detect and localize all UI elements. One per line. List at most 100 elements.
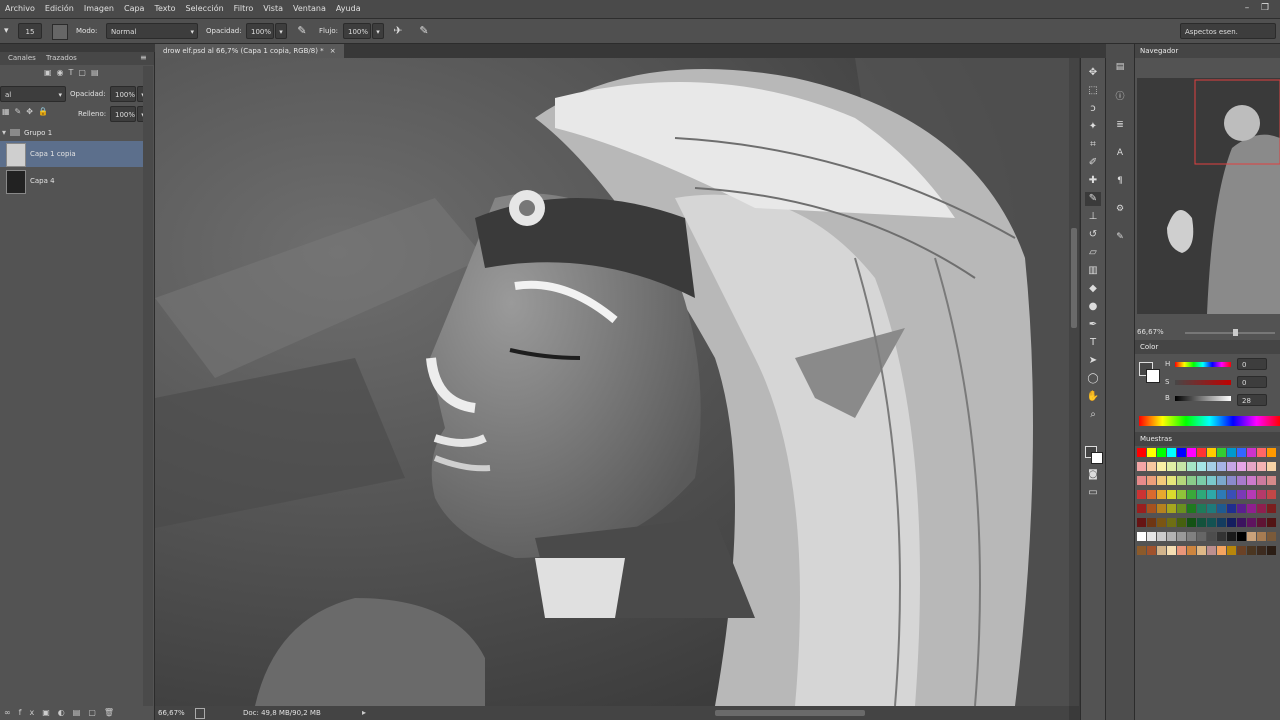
blur-tool-icon[interactable]: ◆ xyxy=(1085,282,1101,296)
color-swatch[interactable] xyxy=(1197,532,1206,541)
color-swatch[interactable] xyxy=(1257,546,1266,555)
color-swatch[interactable] xyxy=(1267,546,1276,555)
color-swatch[interactable] xyxy=(1147,518,1156,527)
minimize-icon[interactable]: – xyxy=(1240,2,1254,14)
brightness-input[interactable]: 28 xyxy=(1237,394,1267,406)
color-swatch[interactable] xyxy=(1227,546,1236,555)
menu-vista[interactable]: Vista xyxy=(258,0,288,18)
color-swatch[interactable] xyxy=(1207,462,1216,471)
color-swatch[interactable] xyxy=(1227,518,1236,527)
color-swatch[interactable] xyxy=(1217,518,1226,527)
color-swatch[interactable] xyxy=(1187,448,1196,457)
layer-row-selected[interactable]: Capa 1 copia xyxy=(0,141,143,167)
color-swatch[interactable] xyxy=(1177,504,1186,513)
color-swatch[interactable] xyxy=(1137,518,1146,527)
paragraph-panel-icon[interactable]: ¶ xyxy=(1112,174,1128,188)
adjustments-panel-icon[interactable]: ≣ xyxy=(1112,118,1128,132)
color-swatch[interactable] xyxy=(1167,448,1176,457)
color-swatch[interactable] xyxy=(1217,490,1226,499)
history-brush-tool-icon[interactable]: ↺ xyxy=(1085,228,1101,242)
move-tool-icon[interactable]: ✥ xyxy=(1085,66,1101,80)
color-swatch[interactable] xyxy=(1197,462,1206,471)
stamp-tool-icon[interactable]: ⊥ xyxy=(1085,210,1101,224)
color-swatch[interactable] xyxy=(1157,518,1166,527)
lasso-tool-icon[interactable]: ↄ xyxy=(1085,102,1101,116)
fill-input[interactable]: 100% xyxy=(110,106,136,122)
color-swatch[interactable] xyxy=(1237,504,1246,513)
hand-tool-icon[interactable]: ✋ xyxy=(1085,390,1101,404)
color-swatch[interactable] xyxy=(1237,546,1246,555)
menu-capa[interactable]: Capa xyxy=(119,0,149,18)
pen-tool-icon[interactable]: ✒ xyxy=(1085,318,1101,332)
color-swatch[interactable] xyxy=(1227,532,1236,541)
brush-tool-icon[interactable]: ✎ xyxy=(1085,192,1101,206)
magic-wand-tool-icon[interactable]: ✦ xyxy=(1085,120,1101,134)
navigator-zoom[interactable]: 66,67% xyxy=(1137,327,1164,337)
color-swatch[interactable] xyxy=(1247,532,1256,541)
airbrush-icon[interactable]: ✈ xyxy=(390,23,406,39)
color-swatch[interactable] xyxy=(1187,490,1196,499)
document-tab[interactable]: drow elf.psd al 66,7% (Capa 1 copia, RGB… xyxy=(155,44,344,58)
layer-filter-icons[interactable]: ▣◉T▢▤ xyxy=(44,68,124,80)
color-spectrum-bar[interactable] xyxy=(1139,416,1280,426)
color-swatch[interactable] xyxy=(1157,532,1166,541)
color-swatch[interactable] xyxy=(1197,546,1206,555)
swatches-header[interactable]: Muestras xyxy=(1135,432,1280,446)
color-swatch[interactable] xyxy=(1157,476,1166,485)
eraser-tool-icon[interactable]: ▱ xyxy=(1085,246,1101,260)
status-info-icon[interactable] xyxy=(195,708,205,719)
color-swatch[interactable] xyxy=(1137,448,1146,457)
layer-group[interactable]: ▾ Grupo 1 xyxy=(0,126,143,140)
color-swatch[interactable] xyxy=(1147,504,1156,513)
brushes-panel-icon[interactable]: ✎ xyxy=(1112,230,1128,244)
color-swatch[interactable] xyxy=(1227,490,1236,499)
color-swatch[interactable] xyxy=(1197,518,1206,527)
path-selection-tool-icon[interactable]: ➤ xyxy=(1085,354,1101,368)
color-swatch[interactable] xyxy=(1257,476,1266,485)
color-swatch[interactable] xyxy=(1237,518,1246,527)
flow-input[interactable]: 100% xyxy=(343,23,371,39)
color-swatch[interactable] xyxy=(1227,504,1236,513)
navigator-header[interactable]: Navegador xyxy=(1135,44,1280,58)
color-swatch[interactable] xyxy=(1267,448,1276,457)
color-swatch[interactable] xyxy=(1147,476,1156,485)
lock-icons[interactable]: ▦✎✥🔒 xyxy=(2,107,62,121)
color-swatch[interactable] xyxy=(1167,504,1176,513)
color-swatch[interactable] xyxy=(1217,546,1226,555)
color-swatch[interactable] xyxy=(1217,462,1226,471)
color-swatch[interactable] xyxy=(1137,532,1146,541)
color-swatch[interactable] xyxy=(1177,448,1186,457)
color-swatch[interactable] xyxy=(1257,462,1266,471)
close-tab-icon[interactable]: × xyxy=(330,47,336,55)
dodge-tool-icon[interactable]: ● xyxy=(1085,300,1101,314)
eyedropper-tool-icon[interactable]: ✐ xyxy=(1085,156,1101,170)
color-swatch[interactable] xyxy=(1157,490,1166,499)
color-swatch[interactable] xyxy=(1207,532,1216,541)
color-swatch[interactable] xyxy=(1157,462,1166,471)
color-swatch[interactable] xyxy=(1267,532,1276,541)
saturation-input[interactable]: 0 xyxy=(1237,376,1267,388)
color-swatch[interactable] xyxy=(1137,546,1146,555)
color-swatch[interactable] xyxy=(1207,504,1216,513)
vertical-scroll-thumb[interactable] xyxy=(1071,228,1077,328)
color-swatch[interactable] xyxy=(1207,546,1216,555)
menu-imagen[interactable]: Imagen xyxy=(79,0,119,18)
color-swatch[interactable] xyxy=(1257,448,1266,457)
horizontal-scroll-thumb[interactable] xyxy=(715,710,865,716)
character-panel-icon[interactable]: A xyxy=(1112,146,1128,160)
color-swatch[interactable] xyxy=(1217,448,1226,457)
color-swatch[interactable] xyxy=(1187,462,1196,471)
tool-preset-icon[interactable]: ▾ xyxy=(4,23,14,39)
color-swatch[interactable] xyxy=(1257,518,1266,527)
panel-menu-icon[interactable]: ≡ xyxy=(140,53,150,62)
color-swatch[interactable] xyxy=(1247,504,1256,513)
workspace-select[interactable]: Aspectos esen. xyxy=(1180,23,1276,39)
color-swatch[interactable] xyxy=(1247,546,1256,555)
color-swatch[interactable] xyxy=(1147,546,1156,555)
color-swatch[interactable] xyxy=(1157,546,1166,555)
color-swatch[interactable] xyxy=(1247,476,1256,485)
color-swatch[interactable] xyxy=(1267,476,1276,485)
color-swatch[interactable] xyxy=(1187,476,1196,485)
restore-icon[interactable]: ❐ xyxy=(1258,2,1272,14)
color-swatch[interactable] xyxy=(1227,476,1236,485)
